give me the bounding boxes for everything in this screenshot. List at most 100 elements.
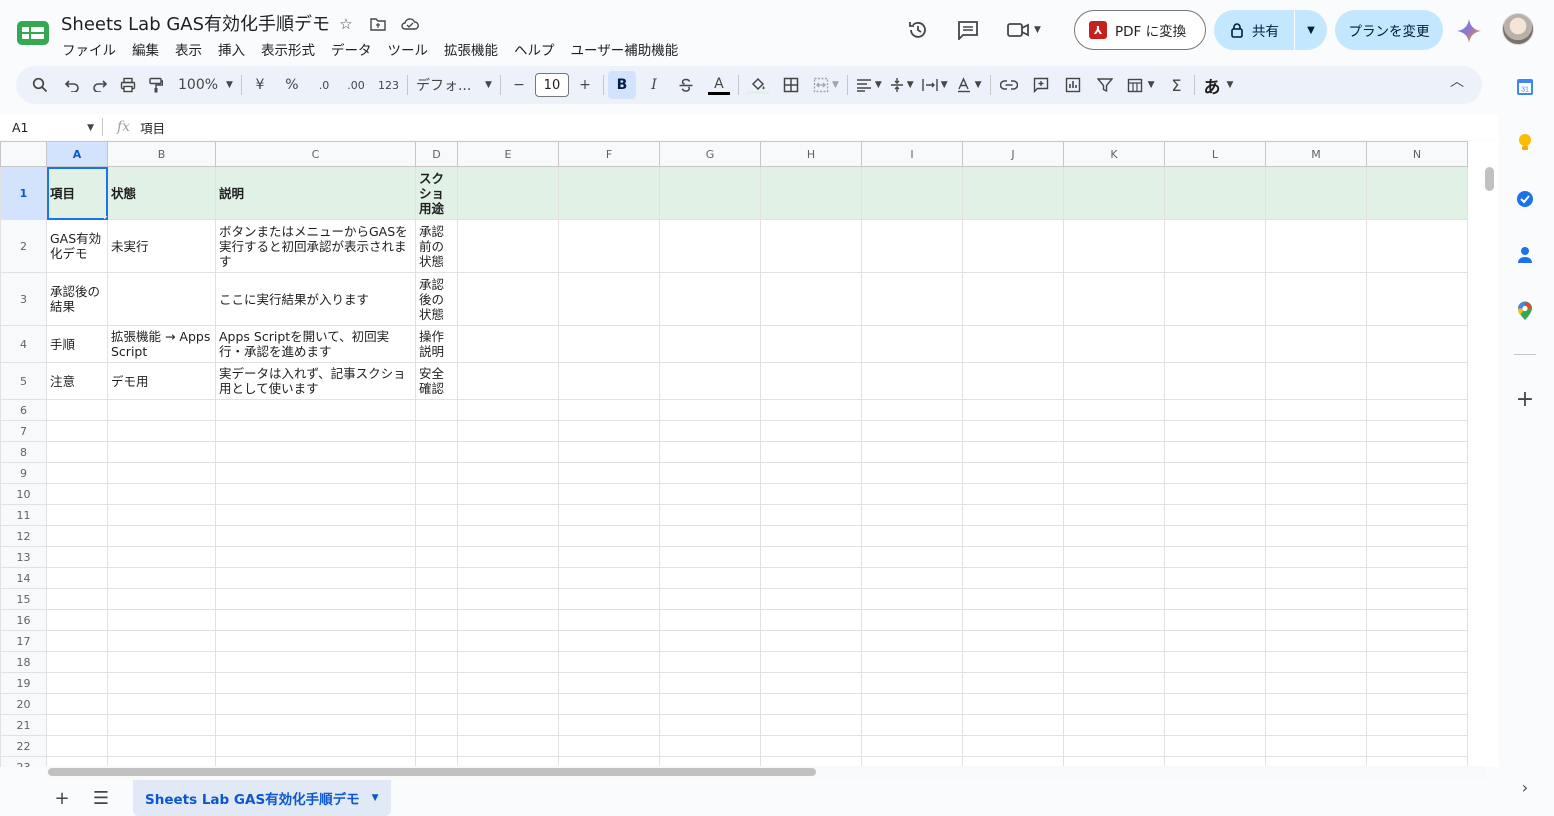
- filter-views-icon[interactable]: ▼: [1123, 71, 1159, 99]
- select-all-corner[interactable]: [0, 141, 47, 167]
- cell-k9[interactable]: [1063, 462, 1165, 484]
- menu-accessibility[interactable]: ユーザー補助機能: [563, 37, 687, 61]
- text-color-button[interactable]: A: [704, 71, 734, 99]
- cell-b4[interactable]: 拡張機能 → Apps Script: [107, 325, 216, 363]
- cell-m10[interactable]: [1265, 483, 1367, 505]
- menu-file[interactable]: ファイル: [54, 37, 124, 61]
- cell-c7[interactable]: [215, 420, 416, 442]
- cell-k18[interactable]: [1063, 651, 1165, 673]
- cell-c20[interactable]: [215, 693, 416, 715]
- cell-e16[interactable]: [457, 609, 559, 631]
- font-size-increase-button[interactable]: +: [571, 71, 599, 99]
- cell-a5[interactable]: 注意: [46, 362, 108, 400]
- cell-b22[interactable]: [107, 735, 216, 757]
- cell-f15[interactable]: [558, 588, 660, 610]
- cell-f17[interactable]: [558, 630, 660, 652]
- cell-n3[interactable]: [1366, 272, 1468, 326]
- cell-d11[interactable]: [415, 504, 458, 526]
- row-header-12[interactable]: 12: [0, 525, 47, 547]
- cell-e5[interactable]: [457, 362, 559, 400]
- cell-h12[interactable]: [760, 525, 862, 547]
- row-header-17[interactable]: 17: [0, 630, 47, 652]
- italic-button[interactable]: I: [640, 71, 668, 99]
- cell-a3[interactable]: 承認後の結果: [46, 272, 108, 326]
- cell-c9[interactable]: [215, 462, 416, 484]
- horizontal-align-icon[interactable]: ▼: [852, 71, 886, 99]
- cell-k14[interactable]: [1063, 567, 1165, 589]
- cell-a12[interactable]: [46, 525, 108, 547]
- cell-b5[interactable]: デモ用: [107, 362, 216, 400]
- cell-b2[interactable]: 未実行: [107, 219, 216, 273]
- cell-l6[interactable]: [1164, 399, 1266, 421]
- cell-k3[interactable]: [1063, 272, 1165, 326]
- cell-h3[interactable]: [760, 272, 862, 326]
- cell-c14[interactable]: [215, 567, 416, 589]
- cell-c8[interactable]: [215, 441, 416, 463]
- cell-g11[interactable]: [659, 504, 761, 526]
- cell-c22[interactable]: [215, 735, 416, 757]
- cell-m13[interactable]: [1265, 546, 1367, 568]
- cell-g13[interactable]: [659, 546, 761, 568]
- cell-b16[interactable]: [107, 609, 216, 631]
- cell-i8[interactable]: [861, 441, 963, 463]
- cell-m6[interactable]: [1265, 399, 1367, 421]
- cell-d2[interactable]: 承認前の状態: [415, 219, 458, 273]
- row-header-15[interactable]: 15: [0, 588, 47, 610]
- cell-k22[interactable]: [1063, 735, 1165, 757]
- cell-i7[interactable]: [861, 420, 963, 442]
- cell-h7[interactable]: [760, 420, 862, 442]
- cell-j6[interactable]: [962, 399, 1064, 421]
- cell-k6[interactable]: [1063, 399, 1165, 421]
- cell-g17[interactable]: [659, 630, 761, 652]
- insert-link-icon[interactable]: [995, 71, 1023, 99]
- row-header-4[interactable]: 4: [0, 325, 47, 363]
- cell-h1[interactable]: [760, 166, 862, 220]
- cell-f11[interactable]: [558, 504, 660, 526]
- cell-f14[interactable]: [558, 567, 660, 589]
- row-header-3[interactable]: 3: [0, 272, 47, 326]
- font-size-decrease-button[interactable]: −: [505, 71, 533, 99]
- cell-i20[interactable]: [861, 693, 963, 715]
- maps-icon[interactable]: [1514, 300, 1536, 322]
- cell-h10[interactable]: [760, 483, 862, 505]
- cell-a16[interactable]: [46, 609, 108, 631]
- cell-c1[interactable]: 説明: [215, 166, 416, 220]
- cell-m8[interactable]: [1265, 441, 1367, 463]
- cell-l17[interactable]: [1164, 630, 1266, 652]
- column-header-e[interactable]: E: [457, 141, 559, 167]
- share-dropdown-icon[interactable]: ▼: [1295, 25, 1327, 36]
- cell-j17[interactable]: [962, 630, 1064, 652]
- cell-g9[interactable]: [659, 462, 761, 484]
- cell-g18[interactable]: [659, 651, 761, 673]
- cell-g5[interactable]: [659, 362, 761, 400]
- cell-b19[interactable]: [107, 672, 216, 694]
- cell-j7[interactable]: [962, 420, 1064, 442]
- cell-b10[interactable]: [107, 483, 216, 505]
- cell-l4[interactable]: [1164, 325, 1266, 363]
- cell-i21[interactable]: [861, 714, 963, 736]
- cell-n9[interactable]: [1366, 462, 1468, 484]
- cell-f12[interactable]: [558, 525, 660, 547]
- cell-j16[interactable]: [962, 609, 1064, 631]
- cell-e13[interactable]: [457, 546, 559, 568]
- cell-m19[interactable]: [1265, 672, 1367, 694]
- cell-j4[interactable]: [962, 325, 1064, 363]
- cell-e2[interactable]: [457, 219, 559, 273]
- cell-e7[interactable]: [457, 420, 559, 442]
- cell-j12[interactable]: [962, 525, 1064, 547]
- sheet-tab[interactable]: Sheets Lab GAS有効化手順デモ ▼: [133, 780, 391, 816]
- cell-i10[interactable]: [861, 483, 963, 505]
- cell-n14[interactable]: [1366, 567, 1468, 589]
- cell-g19[interactable]: [659, 672, 761, 694]
- cell-g1[interactable]: [659, 166, 761, 220]
- spreadsheet-grid[interactable]: ABCDEFGHIJKLMN 1 項目 状態 説明 スクショ用途 2 GAS有効化デモ 未実行…: [0, 141, 1498, 767]
- paint-format-icon[interactable]: [142, 71, 170, 99]
- column-header-l[interactable]: L: [1164, 141, 1266, 167]
- vertical-align-icon[interactable]: ▼: [886, 71, 918, 99]
- column-header-m[interactable]: M: [1265, 141, 1367, 167]
- cell-b21[interactable]: [107, 714, 216, 736]
- cell-a7[interactable]: [46, 420, 108, 442]
- cell-f13[interactable]: [558, 546, 660, 568]
- cell-d21[interactable]: [415, 714, 458, 736]
- sheets-logo-icon[interactable]: [16, 19, 50, 47]
